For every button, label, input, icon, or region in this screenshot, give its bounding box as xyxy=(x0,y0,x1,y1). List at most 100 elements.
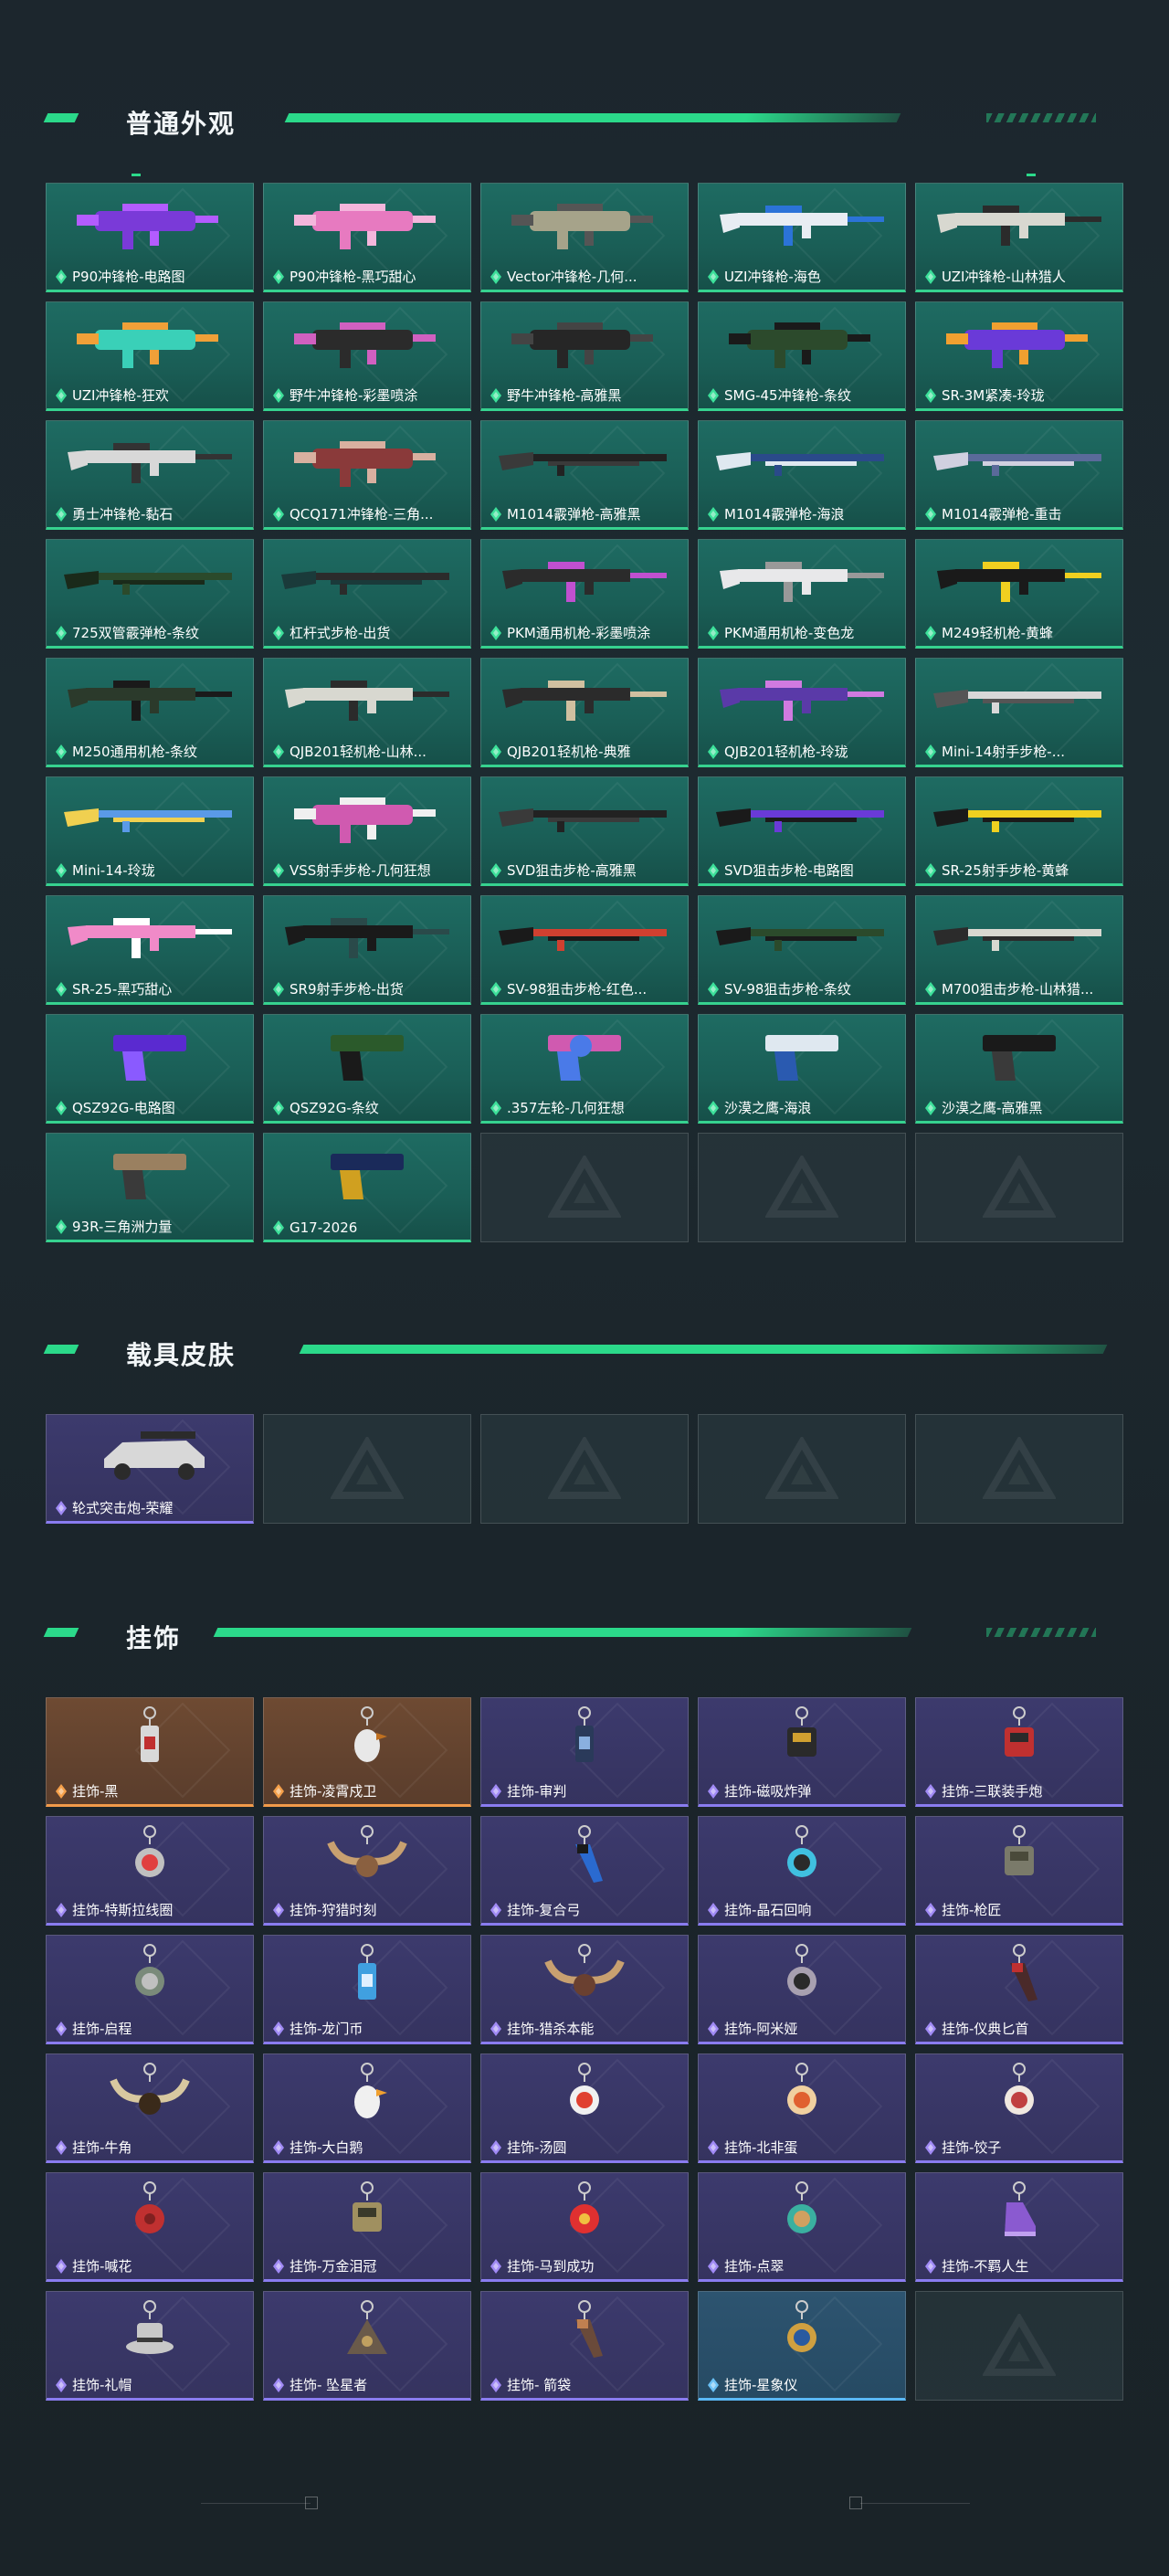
charms-item-card[interactable]: 挂饰-汤圆 xyxy=(480,2053,689,2163)
charms-item-card[interactable]: 挂饰- 坠星者 xyxy=(263,2291,471,2401)
item-label: M1014霰弹枪-重击 xyxy=(925,504,1062,523)
item-label: SR-25射手步枪-黄蜂 xyxy=(925,860,1069,880)
weapons-item-card[interactable]: 沙漠之鹰-海浪 xyxy=(698,1014,906,1124)
charms-item-card[interactable]: 挂饰-磁吸炸弹 xyxy=(698,1697,906,1807)
charms-item-card[interactable]: 挂饰-仪典匕首 xyxy=(915,1935,1123,2044)
weapons-item-card[interactable]: 93R-三角洲力量 xyxy=(46,1133,254,1242)
rank-diamond-icon xyxy=(490,1902,501,1917)
weapons-item-card[interactable]: P90冲锋枪-黑巧甜心 xyxy=(263,183,471,292)
charms-item-card[interactable]: 挂饰-黑 xyxy=(46,1697,254,1807)
weapons-item-card[interactable]: VSS射手步枪-几何狂想 xyxy=(263,776,471,886)
item-name: 挂饰- 坠星者 xyxy=(290,2377,368,2393)
charms-item-card[interactable]: 挂饰-不羁人生 xyxy=(915,2172,1123,2282)
weapons-item-card[interactable]: P90冲锋枪-电路图 xyxy=(46,183,254,292)
weapon-image xyxy=(331,1035,404,1081)
weapons-item-card[interactable]: 725双管霰弹枪-条纹 xyxy=(46,539,254,649)
item-label: 勇士冲锋枪-黏石 xyxy=(56,504,173,523)
charms-item-card[interactable]: 挂饰-星象仪 xyxy=(698,2291,906,2401)
item-name: 挂饰-晶石回响 xyxy=(724,1902,812,1918)
charm-image xyxy=(347,2300,387,2354)
charms-item-card[interactable]: 挂饰-凌霄戍卫 xyxy=(263,1697,471,1807)
weapon-image xyxy=(331,1154,404,1199)
item-name: 挂饰-凌霄戍卫 xyxy=(290,1783,377,1800)
weapons-item-card[interactable]: M250通用机枪-条纹 xyxy=(46,658,254,767)
weapons-item-card[interactable]: Vector冲锋枪-几何... xyxy=(480,183,689,292)
weapons-item-card[interactable]: SV-98狙击步枪-红色... xyxy=(480,895,689,1005)
weapons-item-card[interactable]: SMG-45冲锋枪-条纹 xyxy=(698,301,906,411)
weapons-item-card[interactable]: SR9射手步枪-出货 xyxy=(263,895,471,1005)
weapons-item-card[interactable]: SVD狙击步枪-电路图 xyxy=(698,776,906,886)
weapons-item-card[interactable]: 勇士冲锋枪-黏石 xyxy=(46,420,254,530)
weapons-item-card[interactable]: QSZ92G-电路图 xyxy=(46,1014,254,1124)
charm-image xyxy=(575,2300,603,2358)
charms-item-card[interactable]: 挂饰-启程 xyxy=(46,1935,254,2044)
weapons-item-card[interactable]: PKM通用机枪-彩墨喷涂 xyxy=(480,539,689,649)
charms-item-card[interactable]: 挂饰-礼帽 xyxy=(46,2291,254,2401)
item-name: 沙漠之鹰-高雅黑 xyxy=(942,1100,1043,1116)
rank-diamond-icon xyxy=(708,1100,719,1115)
charms-item-card[interactable]: 挂饰- 箭袋 xyxy=(480,2291,689,2401)
charms-item-card[interactable]: 挂饰-复合弓 xyxy=(480,1816,689,1926)
weapons-item-card[interactable]: 杠杆式步枪-出货 xyxy=(263,539,471,649)
charms-item-card[interactable]: 挂饰-北非蛋 xyxy=(698,2053,906,2163)
weapon-image xyxy=(548,1035,621,1081)
charm-image xyxy=(787,1706,816,1757)
weapons-item-card[interactable]: M1014霰弹枪-海浪 xyxy=(698,420,906,530)
charm-image xyxy=(354,2063,387,2118)
weapons-item-card[interactable]: .357左轮-几何狂想 xyxy=(480,1014,689,1124)
charms-item-card[interactable]: 挂饰-特斯拉线圈 xyxy=(46,1816,254,1926)
weapons-item-card[interactable]: 野牛冲锋枪-高雅黑 xyxy=(480,301,689,411)
weapons-item-card[interactable]: QSZ92G-条纹 xyxy=(263,1014,471,1124)
weapons-item-card[interactable]: QJB201轻机枪-典雅 xyxy=(480,658,689,767)
charms-item-card[interactable]: 挂饰-大白鹅 xyxy=(263,2053,471,2163)
weapons-item-card[interactable]: M249轻机枪-黄蜂 xyxy=(915,539,1123,649)
item-name: SR-25-黑巧甜心 xyxy=(72,981,173,998)
weapons-item-card[interactable]: QJB201轻机枪-玲珑 xyxy=(698,658,906,767)
charms-item-card[interactable]: 挂饰-万金泪冠 xyxy=(263,2172,471,2282)
charms-item-card[interactable]: 挂饰-枪匠 xyxy=(915,1816,1123,1926)
weapons-item-card[interactable]: G17-2026 xyxy=(263,1133,471,1242)
rank-diamond-icon xyxy=(490,862,501,878)
charms-item-card[interactable]: 挂饰-三联装手炮 xyxy=(915,1697,1123,1807)
weapons-item-card[interactable]: Mini-14射手步枪-... xyxy=(915,658,1123,767)
charms-item-card[interactable]: 挂饰-狩猎时刻 xyxy=(263,1816,471,1926)
charms-item-card[interactable]: 挂饰-龙门币 xyxy=(263,1935,471,2044)
weapons-item-card[interactable]: Mini-14-玲珑 xyxy=(46,776,254,886)
weapons-item-card[interactable]: M700狙击步枪-山林猎... xyxy=(915,895,1123,1005)
charms-item-card[interactable]: 挂饰-牛角 xyxy=(46,2053,254,2163)
charms-item-card[interactable]: 挂饰-马到成功 xyxy=(480,2172,689,2282)
charms-item-card[interactable]: 挂饰-点翠 xyxy=(698,2172,906,2282)
weapons-item-card[interactable]: SVD狙击步枪-高雅黑 xyxy=(480,776,689,886)
charms-item-card[interactable]: 挂饰-晶石回响 xyxy=(698,1816,906,1926)
weapons-item-card[interactable]: QJB201轻机枪-山林... xyxy=(263,658,471,767)
item-name: M1014霰弹枪-海浪 xyxy=(724,506,845,523)
vehicles-item-card[interactable]: 轮式突击炮-荣耀 xyxy=(46,1414,254,1524)
weapons-item-card[interactable]: PKM通用机枪-变色龙 xyxy=(698,539,906,649)
weapons-item-card[interactable]: 野牛冲锋枪-彩墨喷涂 xyxy=(263,301,471,411)
weapons-item-card[interactable]: M1014霰弹枪-重击 xyxy=(915,420,1123,530)
rank-diamond-icon xyxy=(925,2258,936,2274)
charms-item-card[interactable]: 挂饰-喊花 xyxy=(46,2172,254,2282)
charms-item-card[interactable]: 挂饰-阿米娅 xyxy=(698,1935,906,2044)
weapons-item-card[interactable]: UZI冲锋枪-海色 xyxy=(698,183,906,292)
item-name: 勇士冲锋枪-黏石 xyxy=(72,506,174,523)
item-name: 沙漠之鹰-海浪 xyxy=(724,1100,812,1116)
item-label: 挂饰-汤圆 xyxy=(490,2138,566,2157)
weapons-item-card[interactable]: SR-3M紧凑-玲珑 xyxy=(915,301,1123,411)
weapons-item-card[interactable]: 沙漠之鹰-高雅黑 xyxy=(915,1014,1123,1124)
weapons-item-card[interactable]: SR-25射手步枪-黄蜂 xyxy=(915,776,1123,886)
rank-diamond-icon xyxy=(925,744,936,759)
weapons-item-card[interactable]: UZI冲锋枪-狂欢 xyxy=(46,301,254,411)
weapons-item-card[interactable]: SR-25-黑巧甜心 xyxy=(46,895,254,1005)
weapons-item-card[interactable]: SV-98狙击步枪-条纹 xyxy=(698,895,906,1005)
rank-diamond-icon xyxy=(490,2021,501,2036)
weapons-item-card[interactable]: QCQ171冲锋枪-三角... xyxy=(263,420,471,530)
item-label: PKM通用机枪-变色龙 xyxy=(708,623,854,642)
weapons-item-card[interactable]: UZI冲锋枪-山林猎人 xyxy=(915,183,1123,292)
charms-grid: 挂饰-黑 挂饰-凌霄戍卫 挂饰-审判 挂饰-磁吸炸弹 挂饰-三联装手炮 挂饰-特斯拉线圈挂… xyxy=(46,1697,1123,2401)
weapons-header: 普通外观 xyxy=(0,100,1169,176)
charms-item-card[interactable]: 挂饰-猎杀本能 xyxy=(480,1935,689,2044)
charms-item-card[interactable]: 挂饰-饺子 xyxy=(915,2053,1123,2163)
weapons-item-card[interactable]: M1014霰弹枪-高雅黑 xyxy=(480,420,689,530)
charms-item-card[interactable]: 挂饰-审判 xyxy=(480,1697,689,1807)
